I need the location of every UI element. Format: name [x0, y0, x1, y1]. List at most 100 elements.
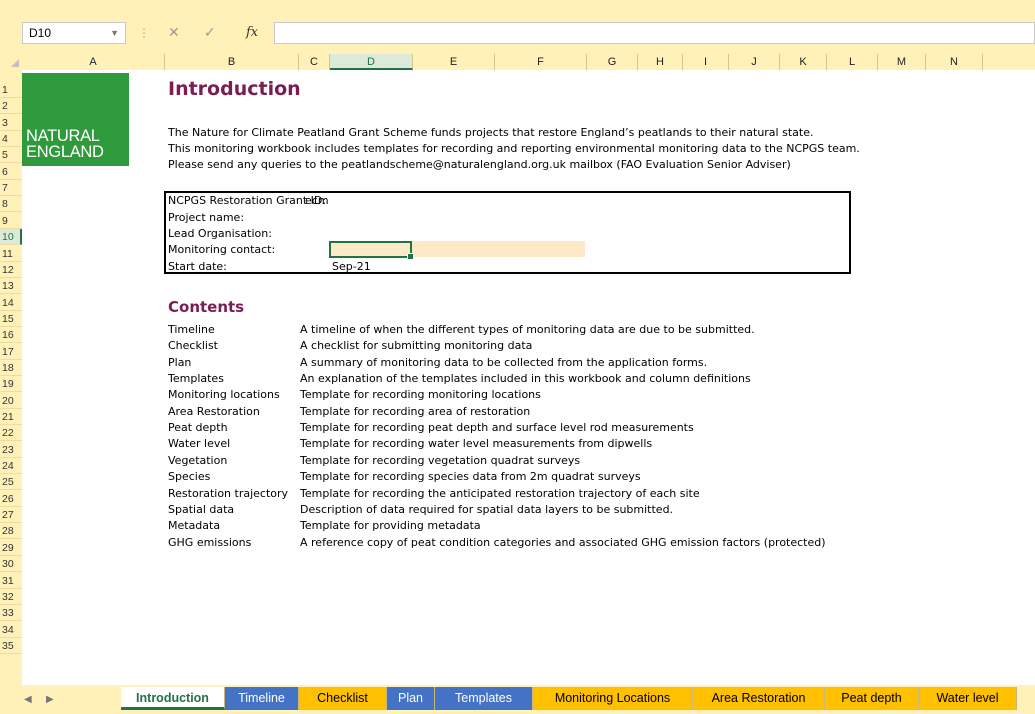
column-header-b[interactable]: B [165, 54, 299, 70]
formula-bar-divider: ⋮ [138, 26, 150, 40]
contents-item-description: A checklist for submitting monitoring da… [300, 339, 533, 353]
intro-line: The Nature for Climate Peatland Grant Sc… [168, 126, 814, 139]
field-value-start-date[interactable]: Sep-21 [332, 260, 371, 273]
tab-scroll-right-icon[interactable]: ▶ [46, 694, 54, 705]
contents-item-name[interactable]: Timeline [168, 323, 215, 336]
tab-water-level[interactable]: Water level [919, 687, 1017, 710]
tab-templates[interactable]: Templates [435, 687, 533, 710]
contents-item-description: Template for recording water level measu… [300, 437, 653, 451]
contents-item-name[interactable]: Checklist [168, 339, 218, 352]
column-header-o[interactable] [983, 54, 1035, 70]
row-header-3[interactable]: 3 [0, 115, 22, 131]
row-header-34[interactable]: 34 [0, 622, 22, 638]
contents-item-name[interactable]: Spatial data [168, 503, 234, 516]
row-header-35[interactable]: 35 [0, 638, 22, 654]
row-header-20[interactable]: 20 [0, 393, 22, 409]
contents-item-name[interactable]: Monitoring locations [168, 388, 280, 401]
row-header-23[interactable]: 23 [0, 442, 22, 458]
column-header-c[interactable]: C [299, 54, 330, 70]
column-header-k[interactable]: K [780, 54, 827, 70]
row-header-33[interactable]: 33 [0, 605, 22, 622]
row-header-1[interactable]: 1 [0, 82, 22, 98]
contents-item-description: A timeline of when the different types o… [300, 323, 755, 336]
row-header-13[interactable]: 13 [0, 278, 22, 295]
tab-monitoring-locations[interactable]: Monitoring Locations [533, 687, 693, 710]
row-header-31[interactable]: 31 [0, 573, 22, 589]
field-value-grant-id[interactable]: ecm [305, 194, 329, 207]
contents-item-description: Template for recording peat depth and su… [300, 421, 694, 435]
row-header-17[interactable]: 17 [0, 344, 22, 360]
row-header-9[interactable]: 9 [0, 213, 22, 229]
contents-item-description: Template for recording species data from… [300, 470, 641, 484]
contents-item-name[interactable]: Vegetation [168, 454, 227, 467]
row-header-6[interactable]: 6 [0, 164, 22, 180]
enter-icon[interactable]: ✓ [204, 25, 216, 41]
contents-item-name[interactable]: Restoration trajectory [168, 487, 288, 500]
row-header-24[interactable]: 24 [0, 458, 22, 475]
contents-item-name[interactable]: Peat depth [168, 421, 228, 434]
column-header-m[interactable]: M [878, 54, 926, 70]
contents-item-description: A reference copy of peat condition categ… [300, 535, 826, 549]
row-header-8[interactable]: 8 [0, 196, 22, 213]
row-header-22[interactable]: 22 [0, 425, 22, 442]
row-header-21[interactable]: 21 [0, 409, 22, 425]
row-header-16[interactable]: 16 [0, 327, 22, 344]
formula-input[interactable] [274, 22, 1035, 44]
natural-england-logo: NATURAL ENGLAND [22, 73, 129, 166]
tab-timeline[interactable]: Timeline [225, 687, 299, 710]
contents-item-name[interactable]: Species [168, 470, 210, 483]
contents-item-name[interactable]: Templates [168, 372, 224, 385]
row-header-11[interactable]: 11 [0, 246, 22, 262]
row-header-18[interactable]: 18 [0, 360, 22, 376]
insert-function-icon[interactable]: fx [246, 25, 258, 40]
column-header-g[interactable]: G [587, 54, 638, 70]
row-header-30[interactable]: 30 [0, 556, 22, 573]
row-header-5[interactable]: 5 [0, 147, 22, 164]
row-header-12[interactable]: 12 [0, 262, 22, 278]
tab-peat-depth[interactable]: Peat depth [825, 687, 919, 710]
row-header-2[interactable]: 2 [0, 98, 22, 115]
row-header-26[interactable]: 26 [0, 491, 22, 507]
column-header-j[interactable]: J [729, 54, 780, 70]
name-box[interactable]: D10 ▼ [22, 22, 126, 44]
contents-heading: Contents [168, 298, 245, 316]
column-header-h[interactable]: H [638, 54, 683, 70]
column-header-i[interactable]: I [683, 54, 729, 70]
tab-plan[interactable]: Plan [387, 687, 435, 710]
column-header-a[interactable]: A [22, 54, 165, 70]
row-header-29[interactable]: 29 [0, 540, 22, 556]
selected-cell-d10[interactable] [329, 241, 414, 260]
cancel-icon[interactable]: ✕ [168, 25, 180, 41]
column-headers: A B C D E F G H I J K L M N [0, 54, 1035, 71]
contents-item-name[interactable]: GHG emissions [168, 536, 251, 549]
contents-item-name[interactable]: Metadata [168, 519, 220, 532]
tab-introduction[interactable]: Introduction [121, 687, 225, 710]
row-header-28[interactable]: 28 [0, 523, 22, 540]
contents-item-description: Template for providing metadata [300, 519, 481, 533]
row-header-19[interactable]: 19 [0, 376, 22, 393]
column-header-d[interactable]: D [330, 54, 413, 70]
chevron-down-icon[interactable]: ▼ [110, 23, 119, 43]
field-label: NCPGS Restoration Grant ID: [168, 194, 327, 207]
row-header-14[interactable]: 14 [0, 295, 22, 311]
worksheet-grid[interactable]: NATURAL ENGLAND Introduction The Nature … [22, 70, 1035, 685]
contents-item-name[interactable]: Water level [168, 437, 230, 450]
row-header-27[interactable]: 27 [0, 507, 22, 524]
select-all-corner[interactable] [0, 54, 22, 70]
tab-checklist[interactable]: Checklist [299, 687, 387, 710]
column-header-e[interactable]: E [413, 54, 495, 70]
contents-item-name[interactable]: Plan [168, 356, 191, 369]
row-header-7[interactable]: 7 [0, 180, 22, 197]
row-header-4[interactable]: 4 [0, 131, 22, 148]
row-header-10[interactable]: 10 [0, 229, 22, 246]
tab-scroll-left-icon[interactable]: ◀ [24, 694, 32, 705]
row-header-25[interactable]: 25 [0, 474, 22, 491]
tab-area-restoration[interactable]: Area Restoration [693, 687, 825, 710]
contents-item-description: A summary of monitoring data to be colle… [300, 355, 708, 369]
row-header-15[interactable]: 15 [0, 311, 22, 327]
row-header-32[interactable]: 32 [0, 589, 22, 605]
column-header-f[interactable]: F [495, 54, 587, 70]
contents-item-name[interactable]: Area Restoration [168, 405, 260, 418]
column-header-n[interactable]: N [926, 54, 983, 70]
column-header-l[interactable]: L [827, 54, 878, 70]
